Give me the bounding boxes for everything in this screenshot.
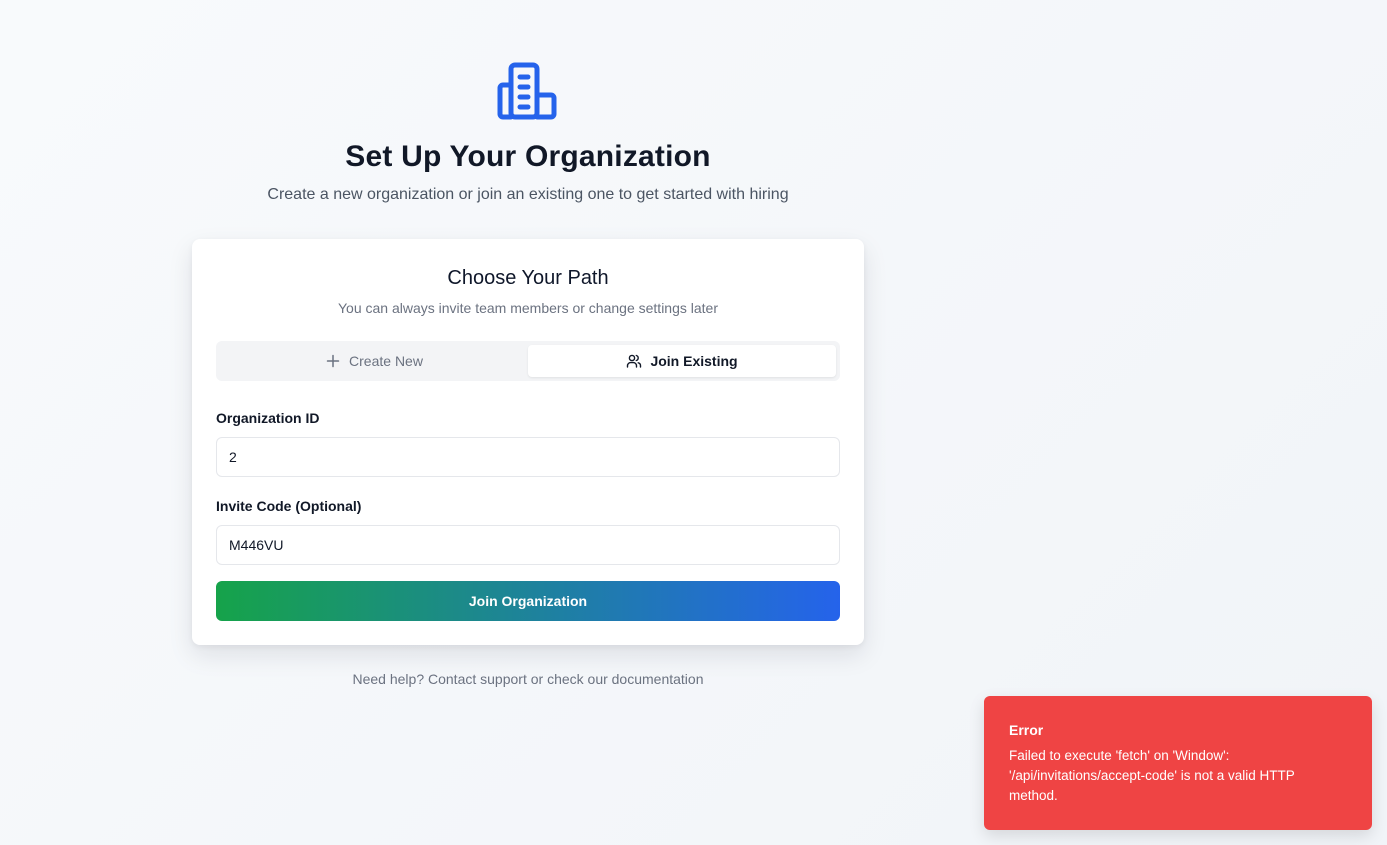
setup-card: Choose Your Path You can always invite t… bbox=[192, 239, 864, 645]
error-toast[interactable]: Error Failed to execute 'fetch' on 'Wind… bbox=[984, 696, 1372, 830]
invite-code-input[interactable] bbox=[216, 525, 840, 565]
tab-create-new[interactable]: Create New bbox=[220, 345, 528, 377]
users-icon bbox=[627, 354, 642, 368]
join-organization-button[interactable]: Join Organization bbox=[216, 581, 840, 621]
tab-join-existing[interactable]: Join Existing bbox=[528, 345, 836, 377]
organization-id-input[interactable] bbox=[216, 437, 840, 477]
setup-page: Set Up Your Organization Create a new or… bbox=[0, 0, 1387, 845]
toast-message: Failed to execute 'fetch' on 'Window': '… bbox=[1009, 748, 1295, 803]
organization-id-label: Organization ID bbox=[216, 410, 320, 426]
card-description: You can always invite team members or ch… bbox=[337, 300, 718, 316]
page-subtitle: Create a new organization or join an exi… bbox=[267, 186, 789, 203]
invite-code-label: Invite Code (Optional) bbox=[216, 498, 362, 514]
path-tabs: Create New Join Existing bbox=[216, 341, 840, 381]
page-title: Set Up Your Organization bbox=[345, 140, 711, 173]
plus-icon bbox=[326, 354, 340, 368]
building-icon bbox=[497, 62, 557, 120]
tab-join-existing-label: Join Existing bbox=[650, 353, 738, 369]
help-text: Need help? Contact support or check our … bbox=[352, 671, 704, 687]
card-title: Choose Your Path bbox=[447, 267, 609, 289]
tab-create-new-label: Create New bbox=[349, 353, 423, 369]
toast-title: Error bbox=[1009, 722, 1044, 738]
